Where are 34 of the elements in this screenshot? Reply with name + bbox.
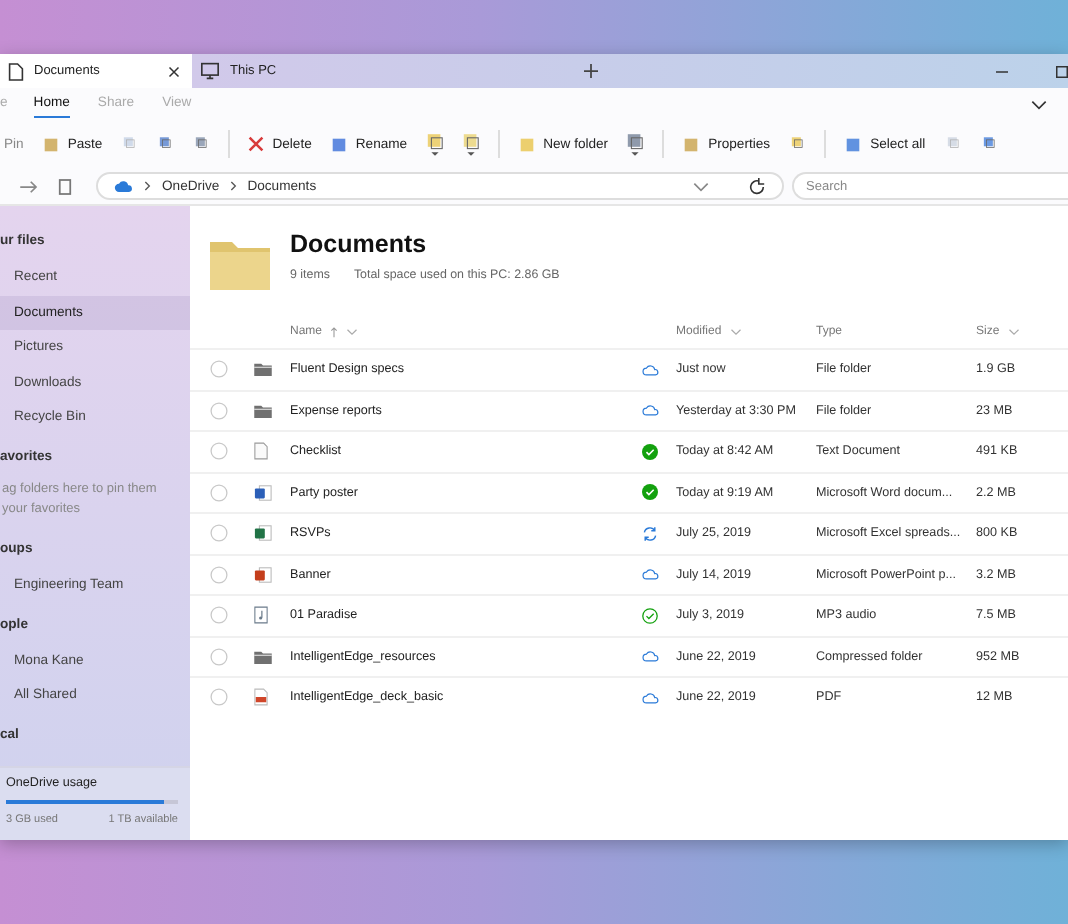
squares-icon[interactable] xyxy=(979,135,998,153)
document-icon xyxy=(254,442,268,461)
sort-up-arrow-icon xyxy=(330,326,339,338)
computer-icon xyxy=(200,62,220,80)
cloud-icon xyxy=(642,650,660,663)
pdf-file-icon xyxy=(254,688,268,707)
chevron-icon xyxy=(1007,328,1020,336)
check-circle-icon xyxy=(642,443,658,460)
cloud-icon xyxy=(642,404,660,417)
cloud-icon xyxy=(642,691,660,704)
close-icon[interactable] xyxy=(168,65,180,77)
music-file-icon xyxy=(254,606,268,625)
new-tab-icon[interactable] xyxy=(584,64,598,78)
check-circle-icon xyxy=(642,484,658,501)
office-file-icon xyxy=(254,524,272,543)
refresh-icon[interactable] xyxy=(748,177,766,195)
cloud-icon xyxy=(114,179,134,193)
office-file-icon xyxy=(254,565,272,584)
document-icon xyxy=(8,61,24,81)
maximize-icon[interactable] xyxy=(1056,65,1068,77)
check-circle-icon xyxy=(642,607,658,624)
forward-icon[interactable] xyxy=(20,179,38,193)
folder-title: Documents xyxy=(290,230,429,258)
delete-icon xyxy=(248,136,265,152)
chevron-icon xyxy=(729,328,742,336)
cloud-icon xyxy=(642,363,660,376)
chevron-icon xyxy=(346,328,359,336)
chevron-right-icon xyxy=(229,180,238,192)
minimize-icon[interactable] xyxy=(996,65,1008,77)
office-file-icon xyxy=(254,483,272,502)
sync-icon xyxy=(642,525,658,542)
chevron-icon[interactable] xyxy=(1030,99,1048,109)
cloud-icon xyxy=(642,568,660,581)
chevron-right-icon xyxy=(144,180,152,192)
